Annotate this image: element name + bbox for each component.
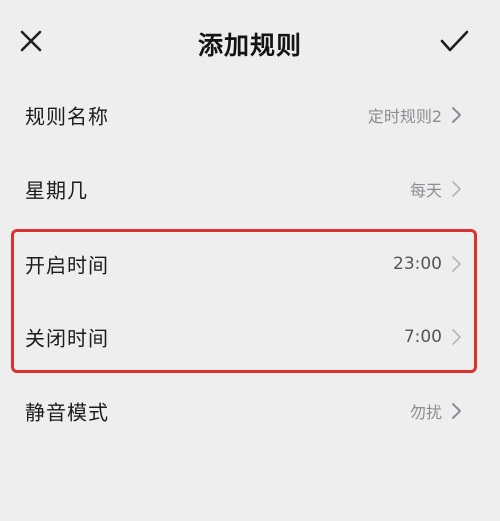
page-title: 添加规则 <box>197 31 302 60</box>
row-label: 开启时间 <box>25 253 109 278</box>
chevron-right-icon <box>452 107 461 123</box>
chevron-right-icon <box>452 329 461 345</box>
row-start-time[interactable]: 开启时间 23:00 <box>0 227 500 301</box>
row-end-time[interactable]: 关闭时间 7:00 <box>0 300 500 374</box>
row-label: 规则名称 <box>25 104 109 129</box>
row-weekday[interactable]: 星期几 每天 <box>0 152 500 226</box>
row-value: 定时规则2 <box>367 107 442 126</box>
top-bar: 添加规则 <box>0 0 500 82</box>
row-value: 7:00 <box>403 327 442 347</box>
chevron-right-icon <box>452 181 461 197</box>
row-value: 23:00 <box>393 254 442 274</box>
confirm-button[interactable] <box>436 24 472 58</box>
row-label: 星期几 <box>25 178 88 203</box>
row-silent-mode[interactable]: 静音模式 勿扰 <box>0 374 500 448</box>
checkmark-icon <box>440 30 469 52</box>
row-value: 每天 <box>409 181 442 200</box>
chevron-right-icon <box>452 403 461 419</box>
row-rule-name[interactable]: 规则名称 定时规则2 <box>0 78 500 152</box>
row-label: 静音模式 <box>25 400 109 425</box>
row-value: 勿扰 <box>409 403 442 422</box>
row-label: 关闭时间 <box>25 326 109 351</box>
chevron-right-icon <box>452 256 461 272</box>
